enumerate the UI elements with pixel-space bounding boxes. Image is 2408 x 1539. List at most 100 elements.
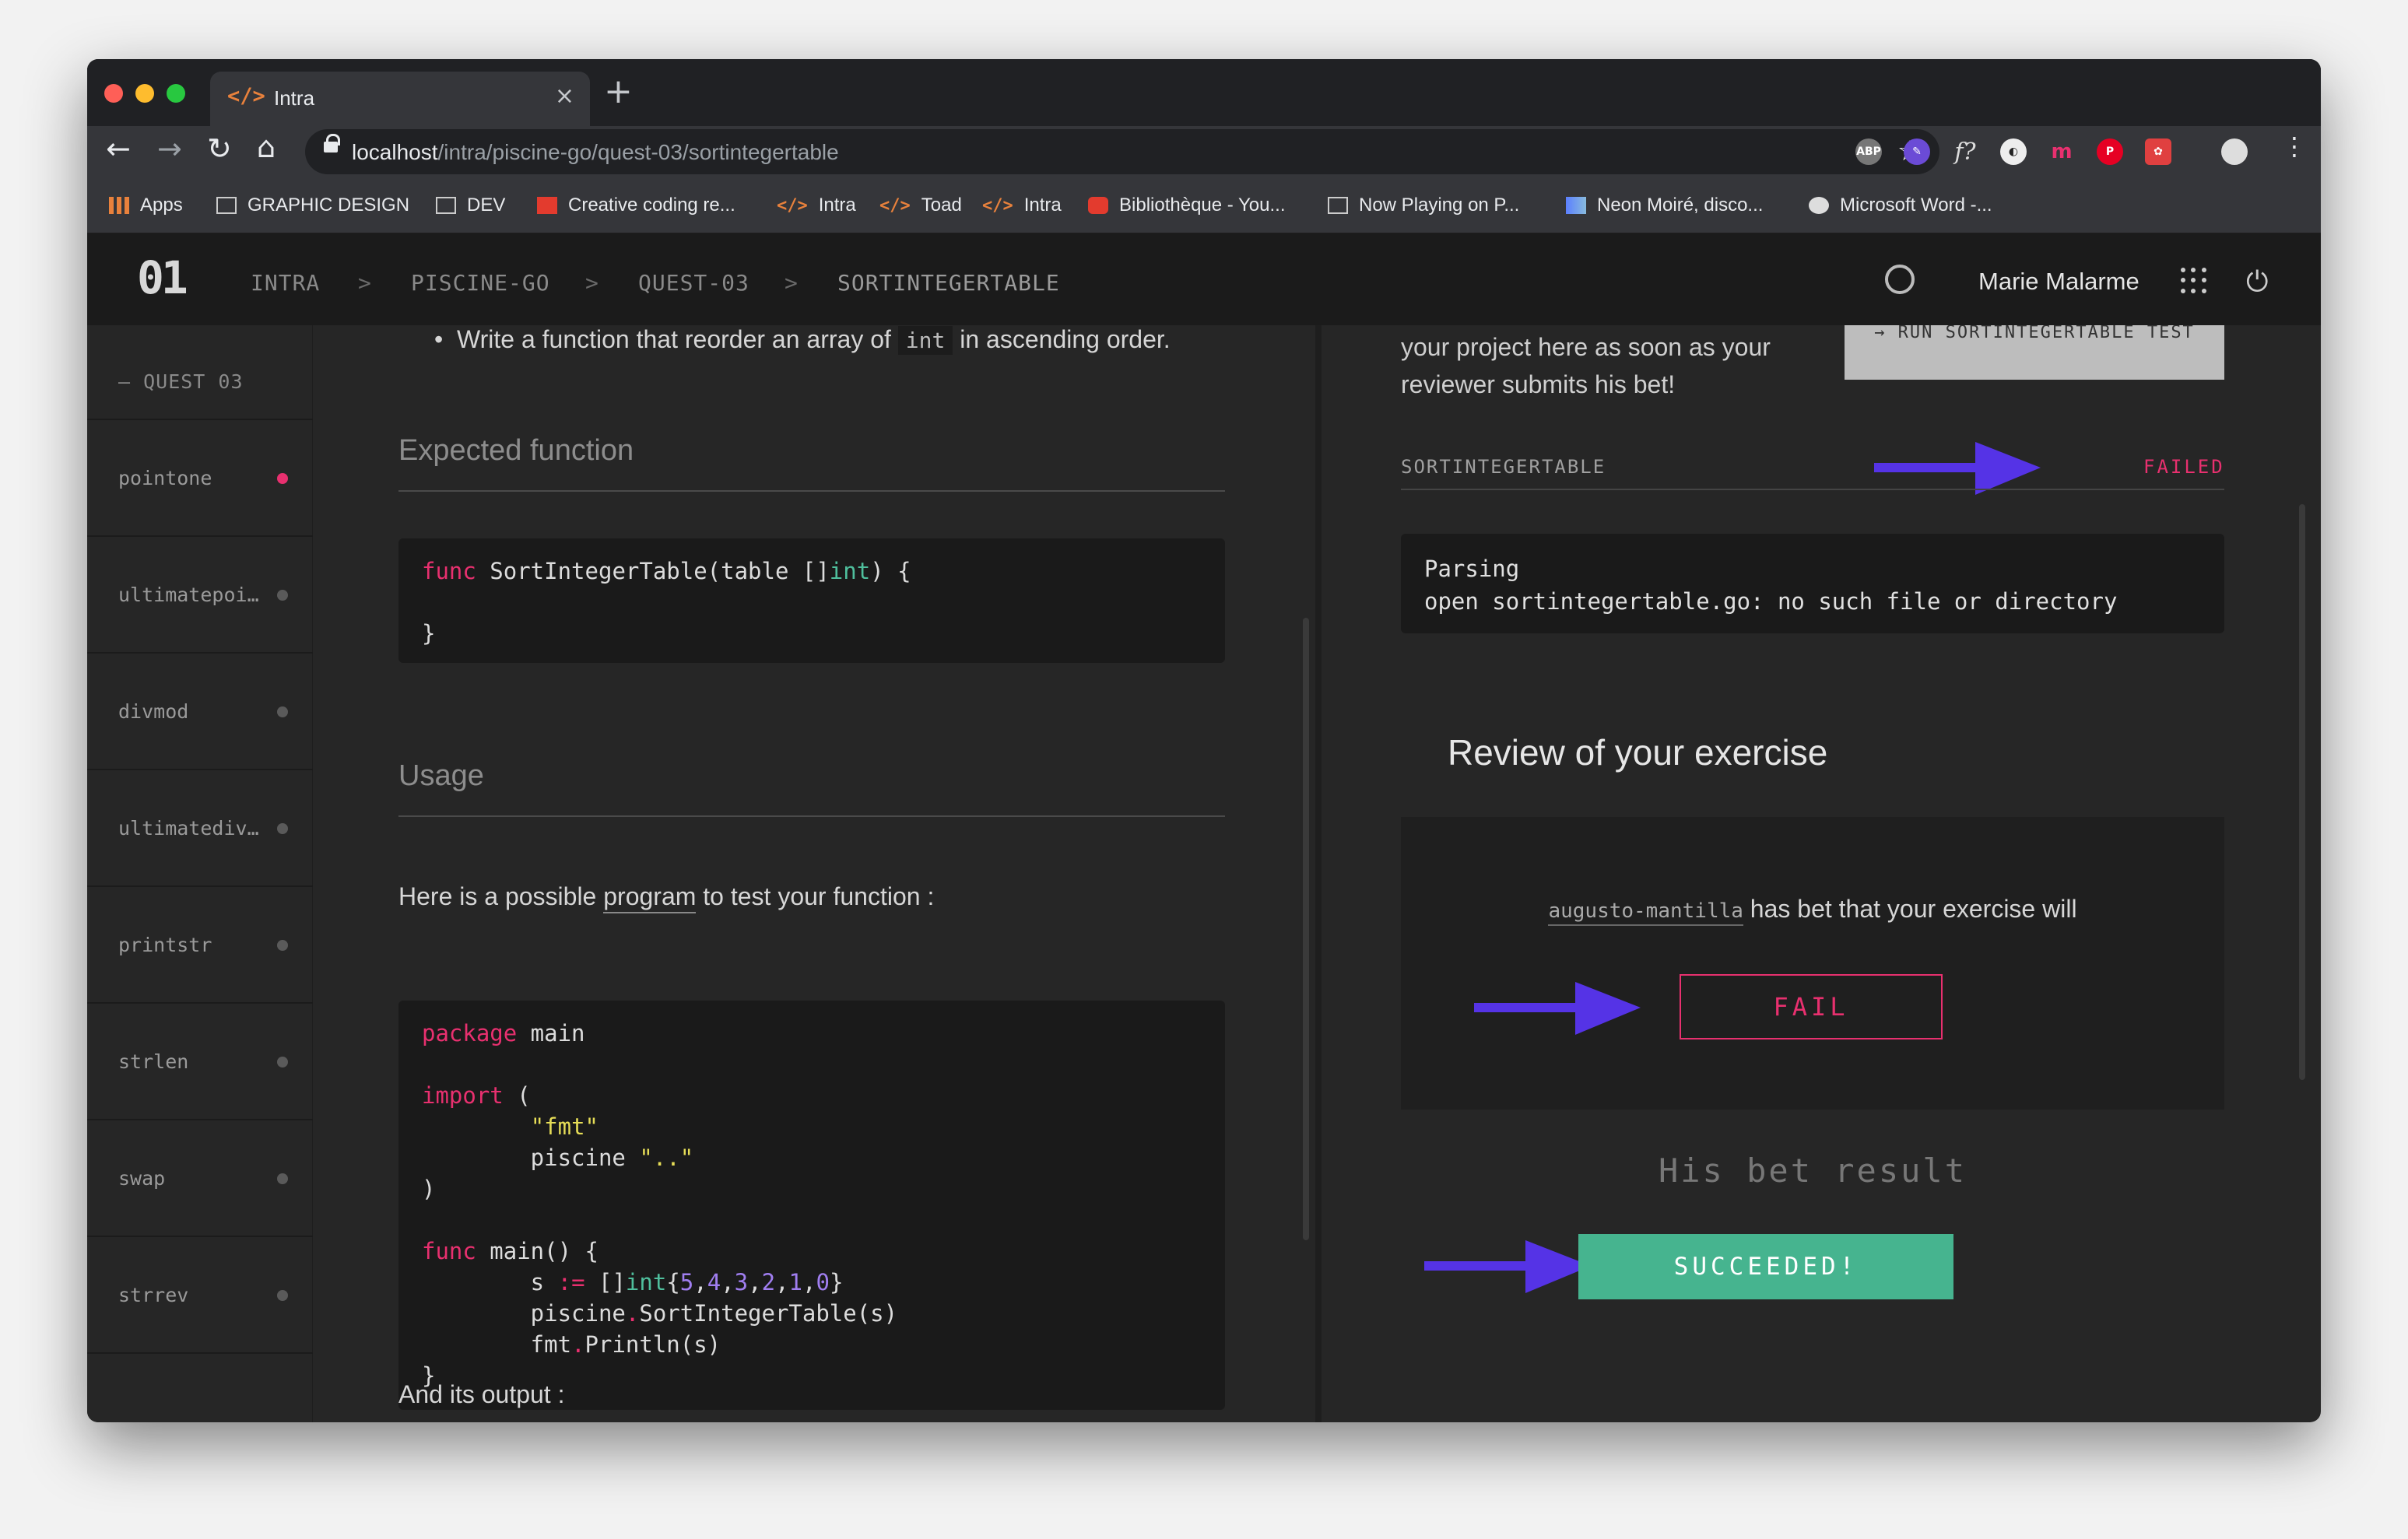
profile-avatar[interactable]	[2221, 138, 2248, 165]
bookmark-apps[interactable]: Apps	[109, 195, 183, 216]
extension-circle-icon[interactable]: ◐	[2000, 138, 2027, 165]
sidebar-item-ultimatedivmod[interactable]: ultimatediv…	[87, 769, 313, 885]
power-icon[interactable]: ⏻	[2246, 266, 2268, 299]
status-dot	[277, 706, 288, 717]
error-output: Parsing open sortintegertable.go: no suc…	[1401, 534, 2224, 633]
browser-menu-icon[interactable]: ⋮	[2282, 134, 2307, 159]
breadcrumb-quest-03[interactable]: QUEST-03	[638, 270, 749, 296]
breadcrumb-separator: >	[785, 270, 798, 296]
sidebar-item-label: divmod	[118, 700, 189, 723]
bookmark-item[interactable]: </> Toad	[879, 195, 962, 216]
bet-statement: augusto-mantilla has bet that your exerc…	[1401, 895, 2224, 926]
bookmark-folder[interactable]: DEV	[436, 195, 505, 216]
scrollbar[interactable]	[2299, 504, 2305, 1080]
expected-function-heading: Expected function	[398, 434, 634, 467]
sidebar-item-strrev[interactable]: strrev	[87, 1236, 313, 1352]
github-icon[interactable]	[1885, 265, 1915, 294]
sidebar-item-printstr[interactable]: printstr	[87, 885, 313, 1002]
run-test-button[interactable]: → RUN SORTINTEGERTABLE TEST	[1845, 325, 2224, 380]
status-dot	[277, 1173, 288, 1184]
sidebar-item-label: printstr	[118, 934, 212, 956]
bookmark-item[interactable]: Bibliothèque - You...	[1088, 195, 1286, 216]
bet-result-heading: His bet result	[1658, 1152, 1967, 1190]
breadcrumb-intra[interactable]: INTRA	[251, 270, 320, 296]
divider	[398, 490, 1225, 492]
bet-value-badge: FAIL	[1680, 974, 1943, 1039]
bookmark-item[interactable]: Now Playing on P...	[1328, 195, 1519, 216]
exercise-content: • Write a function that reorder an array…	[313, 325, 1402, 1422]
formula-icon[interactable]: f?	[1952, 138, 1978, 166]
sidebar-item-label: strlen	[118, 1050, 189, 1073]
zoom-window-button[interactable]	[167, 84, 185, 103]
bookmarks-bar: Apps GRAPHIC DESIGN DEV Creative coding …	[87, 179, 2321, 233]
reviewer-login[interactable]: augusto-mantilla	[1548, 899, 1743, 926]
bookmark-item[interactable]: </> Intra	[777, 195, 856, 216]
browser-toolbar: ← → ↻ ⌂ localhost/intra/piscine-go/quest…	[87, 126, 2321, 179]
breadcrumb-piscine-go[interactable]: PISCINE-GO	[411, 270, 550, 296]
sidebar-item-swap[interactable]: swap	[87, 1119, 313, 1236]
sidebar-item-label: ultimatediv…	[118, 817, 259, 840]
user-name[interactable]: Marie Malarme	[1978, 268, 2139, 296]
annotation-arrow	[1874, 442, 2041, 495]
globe-icon	[1809, 197, 1829, 214]
review-title: Review of your exercise	[1401, 689, 2224, 817]
adblock-icon[interactable]: ABP	[1855, 138, 1882, 165]
scrollbar[interactable]	[1303, 618, 1309, 1240]
status-dot	[277, 473, 288, 484]
page-icon	[1328, 197, 1348, 214]
extension-m-icon[interactable]: m	[2048, 138, 2075, 165]
forward-icon[interactable]: →	[157, 134, 182, 163]
new-tab-button[interactable]: +	[604, 75, 633, 109]
status-dot	[277, 1057, 288, 1067]
logo[interactable]: 01	[137, 255, 188, 300]
panel-divider[interactable]	[1315, 325, 1322, 1422]
bookmark-item[interactable]: </> Intra	[982, 195, 1062, 216]
folder-icon	[216, 197, 237, 214]
divider	[1401, 489, 2224, 490]
expected-function-code: func SortIntegerTable(table []int) { }	[398, 538, 1225, 663]
extension-pen-icon[interactable]: ✎	[1904, 138, 1930, 165]
home-icon[interactable]: ⌂	[257, 132, 276, 162]
apps-grid-icon[interactable]	[2181, 268, 2207, 294]
bookmark-folder[interactable]: GRAPHIC DESIGN	[216, 195, 409, 216]
review-panel: your project here as soon as your review…	[1325, 325, 2321, 1422]
breadcrumb-sortintegertable: SORTINTEGERTABLE	[837, 270, 1060, 296]
url-text: localhost/intra/piscine-go/quest-03/sort…	[352, 140, 839, 164]
review-intro-text: your project here as soon as your review…	[1401, 333, 1771, 398]
sidebar-item-divmod[interactable]: divmod	[87, 652, 313, 769]
code-icon: </>	[777, 196, 808, 216]
breadcrumb-separator: >	[585, 270, 598, 296]
sidebar-item-label: ultimatepoi…	[118, 584, 259, 606]
bookmark-item[interactable]: Neon Moiré, disco...	[1566, 195, 1763, 216]
app-header: 01 INTRA > PISCINE-GO > QUEST-03 > SORTI…	[87, 233, 2321, 325]
bookmark-item[interactable]: Creative coding re...	[537, 195, 735, 216]
quest-sidebar: — QUEST 03 pointone ultimatepoi… divmod …	[87, 325, 313, 1422]
sidebar-divider	[87, 1352, 313, 1422]
tab-title: Intra	[274, 86, 315, 110]
close-icon[interactable]: ×	[555, 82, 574, 110]
pinterest-icon[interactable]: P	[2097, 138, 2123, 165]
sidebar-item-strlen[interactable]: strlen	[87, 1002, 313, 1119]
minimize-window-button[interactable]	[135, 84, 154, 103]
divider	[398, 815, 1225, 817]
bookmark-item[interactable]: Microsoft Word -...	[1809, 195, 1992, 216]
close-window-button[interactable]	[104, 84, 123, 103]
code-icon: </>	[227, 84, 265, 108]
sidebar-item-ultimatepointone[interactable]: ultimatepoi…	[87, 535, 313, 652]
address-bar[interactable]: localhost/intra/piscine-go/quest-03/sort…	[305, 129, 1939, 174]
sidebar-item-pointone[interactable]: pointone	[87, 419, 313, 535]
quest-heading: — QUEST 03	[118, 370, 244, 393]
lock-icon	[324, 134, 340, 152]
review-card: Review of your exercise augusto-mantilla…	[1401, 689, 2224, 1343]
browser-tab[interactable]: </> Intra ×	[210, 72, 590, 126]
red-square-icon	[537, 197, 557, 214]
instruction-text: • Write a function that reorder an array…	[434, 325, 1171, 355]
back-icon[interactable]: ←	[106, 134, 131, 163]
reload-icon[interactable]: ↻	[207, 134, 232, 163]
status-dot	[277, 1290, 288, 1301]
annotation-arrow	[1474, 982, 1641, 1035]
extension-red-icon[interactable]: ✿	[2145, 138, 2171, 165]
program-link[interactable]: program	[603, 882, 697, 913]
status-dot	[277, 823, 288, 834]
bet-result-section: His bet result SUCCEEDED!	[1401, 1110, 2224, 1343]
